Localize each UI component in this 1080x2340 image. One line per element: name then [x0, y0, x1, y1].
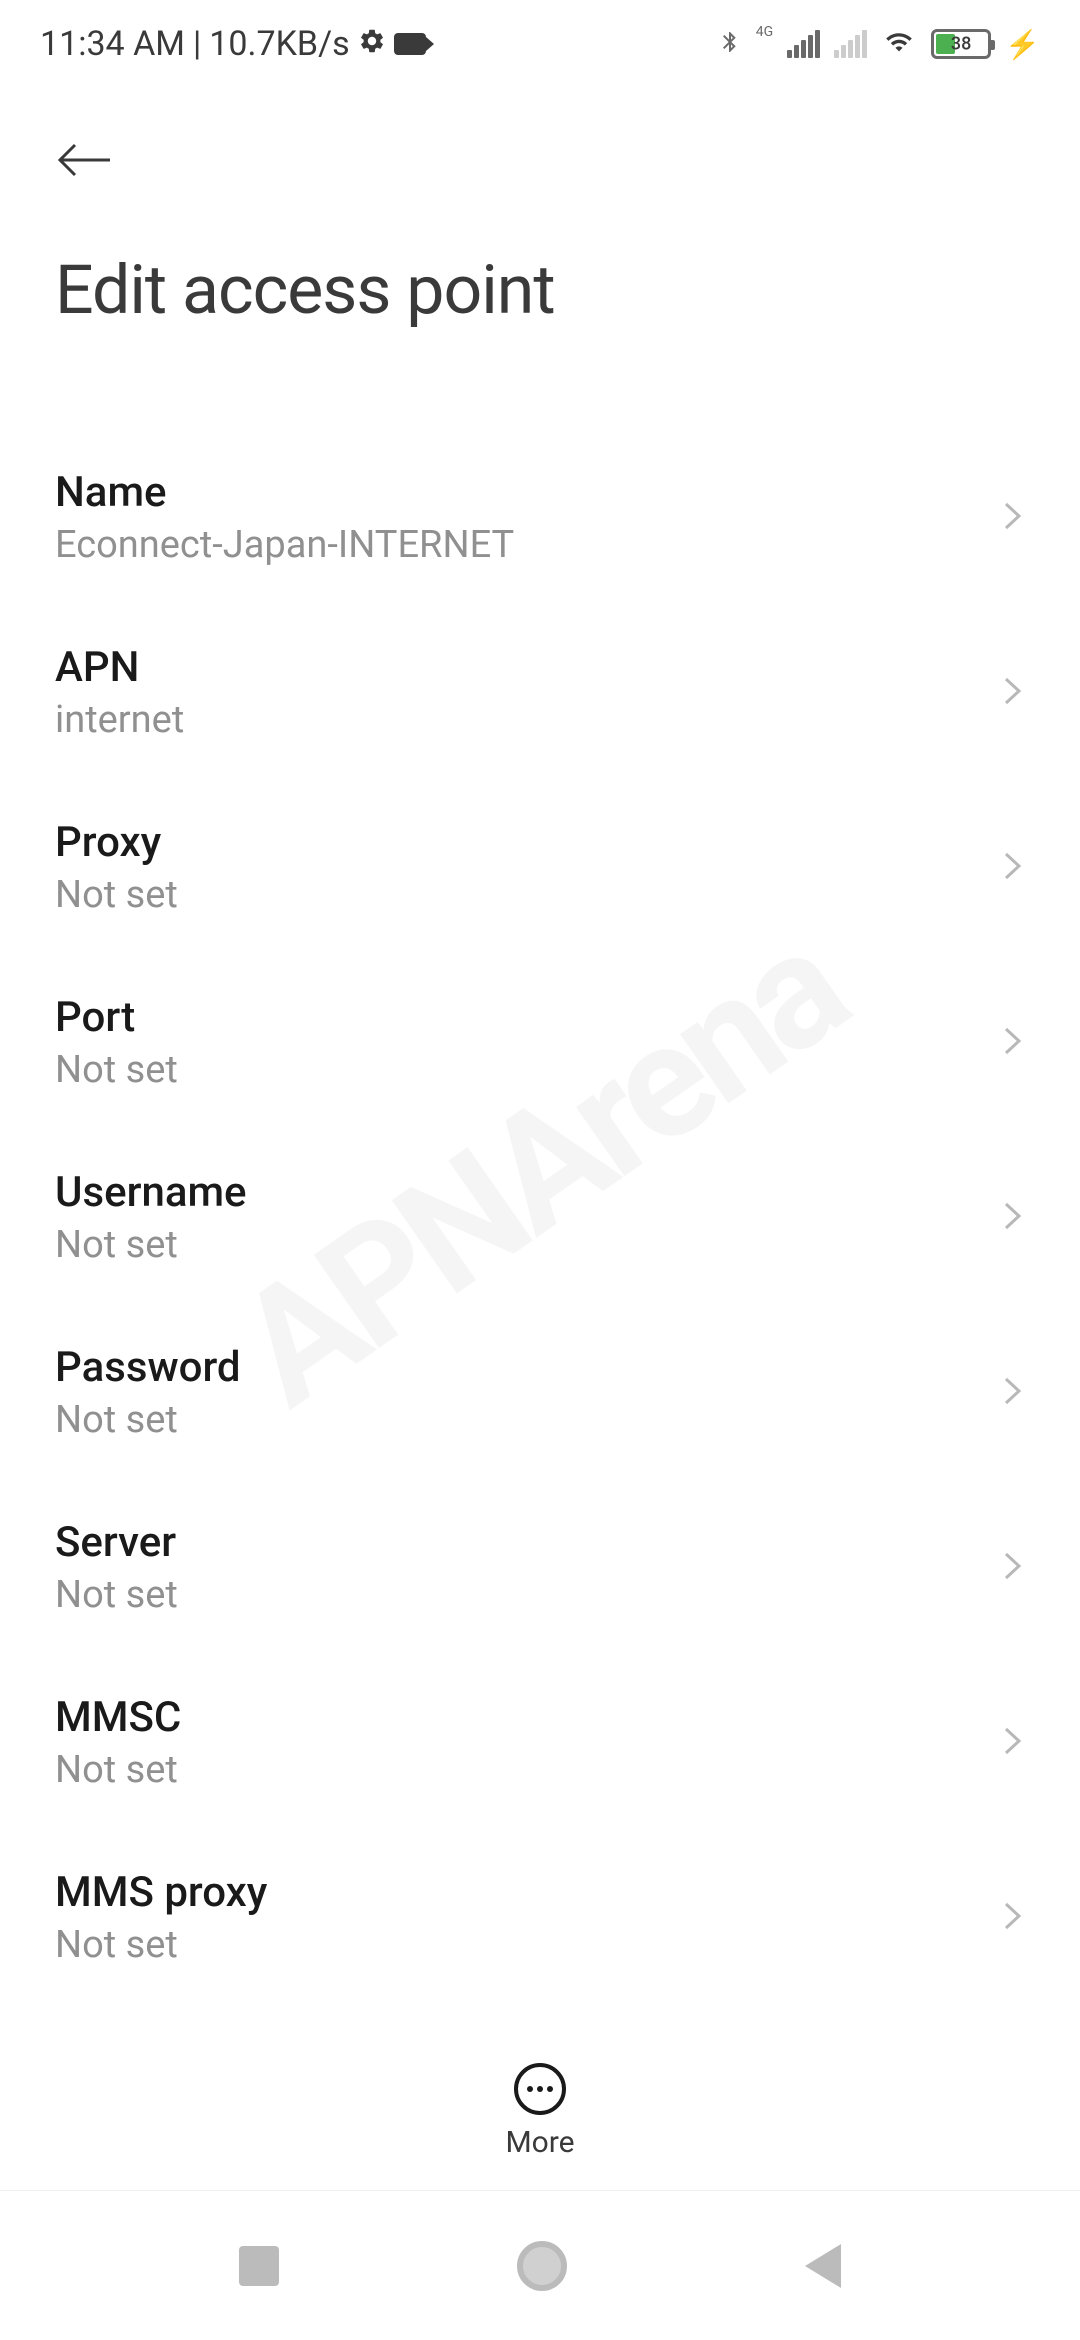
setting-label: Password — [55, 1343, 1001, 1392]
setting-value: Not set — [55, 1398, 1001, 1442]
chevron-right-icon — [1001, 1371, 1025, 1415]
setting-item-port[interactable]: Port Not set — [55, 955, 1025, 1130]
status-bar: 11:34 AM | 10.7KB/s 4G 38 ⚡ — [0, 0, 1080, 80]
battery-percent: 38 — [951, 34, 971, 55]
setting-value: Not set — [55, 1223, 1001, 1267]
network-type-label: 4G — [756, 24, 773, 40]
setting-label: Proxy — [55, 818, 1001, 867]
setting-item-mmsc[interactable]: MMSC Not set — [55, 1655, 1025, 1830]
chevron-right-icon — [1001, 1021, 1025, 1065]
setting-label: MMS proxy — [55, 1868, 1001, 1917]
more-icon — [514, 2063, 566, 2115]
chevron-right-icon — [1001, 1546, 1025, 1590]
navigation-bar — [0, 2190, 1080, 2340]
chevron-right-icon — [1001, 496, 1025, 540]
status-left: 11:34 AM | 10.7KB/s — [40, 24, 426, 64]
setting-label: APN — [55, 643, 1001, 692]
status-right: 4G 38 ⚡ — [718, 26, 1040, 62]
more-button[interactable]: More — [0, 2033, 1080, 2160]
chevron-right-icon — [1001, 846, 1025, 890]
setting-value: Not set — [55, 1923, 1001, 1967]
wifi-icon — [881, 28, 917, 60]
bluetooth-icon — [718, 26, 742, 62]
status-time: 11:34 AM — [40, 24, 185, 64]
setting-item-server[interactable]: Server Not set — [55, 1480, 1025, 1655]
chevron-right-icon — [1001, 1896, 1025, 1940]
setting-item-mms-proxy[interactable]: MMS proxy Not set — [55, 1830, 1025, 2005]
setting-label: MMSC — [55, 1693, 1001, 1742]
setting-value: Econnect-Japan-INTERNET — [55, 523, 1001, 567]
status-data-rate: 10.7KB/s — [209, 24, 349, 64]
nav-back-button[interactable] — [805, 2244, 841, 2288]
signal-bars-1 — [787, 30, 820, 58]
setting-label: Username — [55, 1168, 1001, 1217]
setting-item-username[interactable]: Username Not set — [55, 1130, 1025, 1305]
page-title: Edit access point — [55, 250, 1025, 330]
header: Edit access point — [0, 80, 1080, 330]
chevron-right-icon — [1001, 1196, 1025, 1240]
settings-list: Name Econnect-Japan-INTERNET APN interne… — [0, 430, 1080, 2005]
setting-value: Not set — [55, 1748, 1001, 1792]
battery-icon: 38 — [931, 29, 991, 59]
setting-label: Port — [55, 993, 1001, 1042]
gear-icon — [358, 24, 386, 64]
setting-value: internet — [55, 698, 1001, 742]
chevron-right-icon — [1001, 1721, 1025, 1765]
nav-home-button[interactable] — [517, 2241, 567, 2291]
setting-value: Not set — [55, 1573, 1001, 1617]
setting-value: Not set — [55, 1048, 1001, 1092]
more-label: More — [505, 2125, 574, 2160]
chevron-right-icon — [1001, 671, 1025, 715]
setting-item-password[interactable]: Password Not set — [55, 1305, 1025, 1480]
setting-value: Not set — [55, 873, 1001, 917]
camera-icon — [394, 33, 426, 55]
status-separator: | — [193, 24, 201, 64]
back-button[interactable] — [55, 130, 115, 190]
setting-label: Name — [55, 468, 1001, 517]
setting-item-apn[interactable]: APN internet — [55, 605, 1025, 780]
setting-label: Server — [55, 1518, 1001, 1567]
setting-item-name[interactable]: Name Econnect-Japan-INTERNET — [55, 430, 1025, 605]
nav-recents-button[interactable] — [239, 2246, 279, 2286]
signal-bars-2 — [834, 30, 867, 58]
charging-icon: ⚡ — [1005, 28, 1040, 61]
setting-item-proxy[interactable]: Proxy Not set — [55, 780, 1025, 955]
